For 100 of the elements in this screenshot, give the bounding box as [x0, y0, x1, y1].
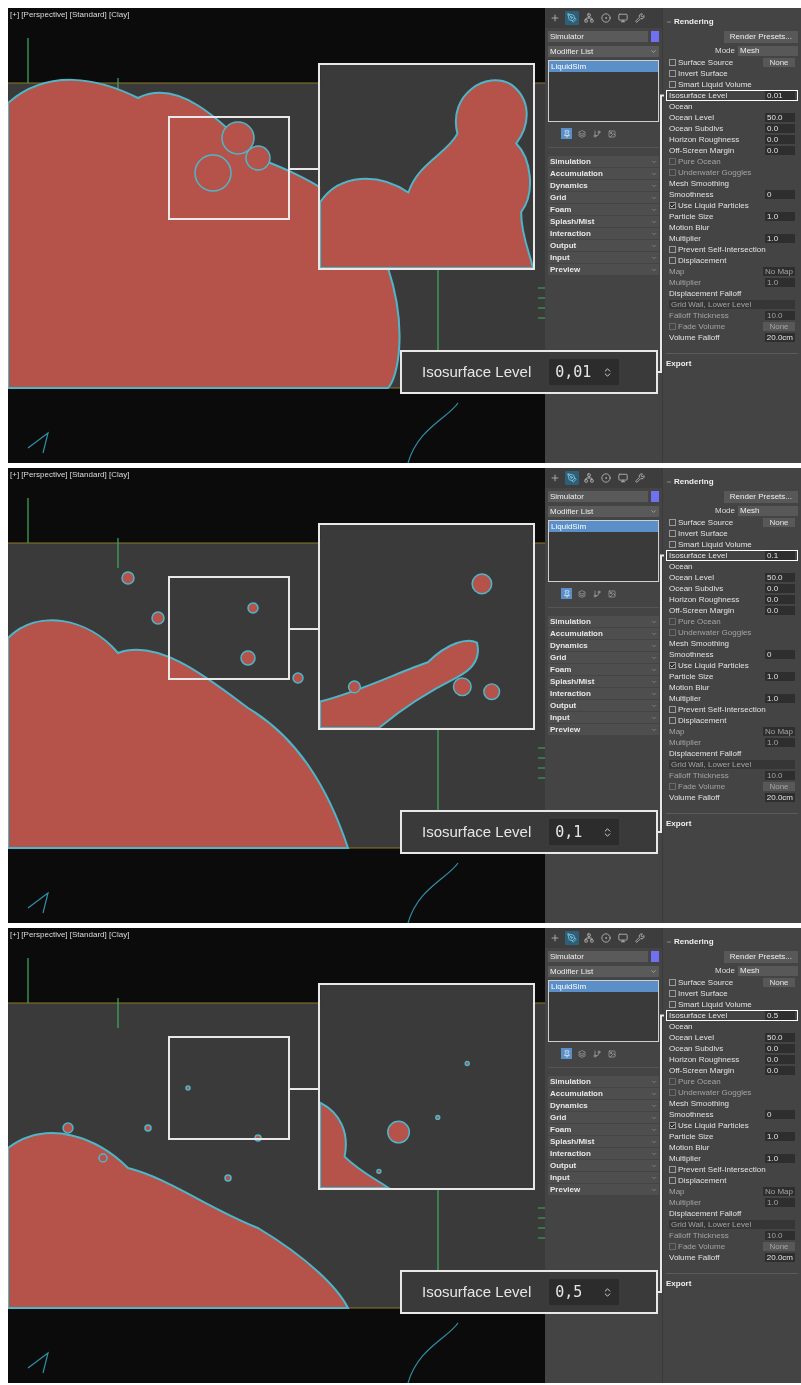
command-tab[interactable] — [582, 471, 596, 485]
rollout-header[interactable]: Dynamics — [548, 1100, 659, 1111]
stack-tool[interactable] — [561, 588, 572, 599]
spinner-field[interactable]: 0.0 — [765, 1066, 795, 1075]
spinner-field[interactable]: 1.0 — [765, 694, 795, 703]
rollout-header[interactable]: Simulation — [548, 1076, 659, 1087]
stack-tool[interactable] — [576, 1048, 587, 1059]
command-tab[interactable] — [599, 931, 613, 945]
checkbox[interactable] — [669, 70, 676, 77]
spinner-field[interactable]: 0.0 — [765, 146, 795, 155]
rollout-header[interactable]: Preview — [548, 1184, 659, 1195]
rollout-header[interactable]: Preview — [548, 724, 659, 735]
mode-dropdown[interactable]: Mesh — [738, 46, 798, 56]
checkbox[interactable] — [669, 1166, 676, 1173]
command-tab[interactable] — [616, 11, 630, 25]
viewport-label[interactable]: [+] [Perspective] [Standard] [Clay] — [10, 929, 130, 941]
command-tab[interactable] — [565, 931, 579, 945]
rollout-header[interactable]: Grid — [548, 652, 659, 663]
spinner-field[interactable]: 0.0 — [765, 595, 795, 604]
object-name-field[interactable]: Simulator — [548, 31, 648, 42]
stack-tool[interactable] — [561, 1048, 572, 1059]
object-name-field[interactable]: Simulator — [548, 491, 648, 502]
render-presets-button[interactable]: Render Presets... — [723, 491, 798, 503]
rollout-header[interactable]: Accumulation — [548, 628, 659, 639]
rollout-header[interactable]: Dynamics — [548, 180, 659, 191]
command-tab[interactable] — [599, 11, 613, 25]
object-name-field[interactable]: Simulator — [548, 951, 648, 962]
rollout-header[interactable]: Interaction — [548, 228, 659, 239]
rollout-header[interactable]: Splash/Mist — [548, 216, 659, 227]
option-button[interactable]: None — [763, 518, 795, 527]
object-color-swatch[interactable] — [651, 491, 659, 502]
rollout-header[interactable]: Grid — [548, 1112, 659, 1123]
rollout-header[interactable]: Dynamics — [548, 640, 659, 651]
spinner-field[interactable]: 0.0 — [765, 124, 795, 133]
rollout-header[interactable]: Foam — [548, 204, 659, 215]
checkbox[interactable] — [669, 979, 676, 986]
rollout-header[interactable]: Interaction — [548, 688, 659, 699]
spinner-field[interactable]: 1.0 — [765, 1132, 795, 1141]
command-tab[interactable] — [582, 931, 596, 945]
stack-tool[interactable] — [606, 1048, 617, 1059]
checkbox[interactable] — [669, 706, 676, 713]
option-button[interactable]: None — [763, 978, 795, 987]
command-tab[interactable] — [582, 11, 596, 25]
rollout-header[interactable]: Input — [548, 1172, 659, 1183]
checkbox[interactable] — [669, 1177, 676, 1184]
rollout-header[interactable]: Rendering — [666, 936, 798, 948]
render-presets-button[interactable]: Render Presets... — [723, 951, 798, 963]
rollout-header[interactable]: Foam — [548, 664, 659, 675]
checkbox[interactable] — [669, 1001, 676, 1008]
spinner-field[interactable]: 1.0 — [765, 234, 795, 243]
rollout-header[interactable]: Foam — [548, 1124, 659, 1135]
command-tab[interactable] — [565, 471, 579, 485]
command-tab[interactable] — [633, 11, 647, 25]
spinner-field[interactable]: 0.0 — [765, 606, 795, 615]
rollout-header[interactable]: Rendering — [666, 476, 798, 488]
spinner-field[interactable]: 50.0 — [765, 1033, 795, 1042]
callout-value-field[interactable]: 0,01 — [549, 359, 620, 385]
render-presets-button[interactable]: Render Presets... — [723, 31, 798, 43]
spinner-field[interactable]: 0.0 — [765, 584, 795, 593]
stack-tool[interactable] — [561, 128, 572, 139]
command-tab[interactable] — [616, 471, 630, 485]
command-tab[interactable] — [599, 471, 613, 485]
stack-tool[interactable] — [606, 128, 617, 139]
rollout-header[interactable]: Simulation — [548, 616, 659, 627]
spinner-field[interactable]: 0 — [765, 1110, 795, 1119]
checkbox[interactable] — [669, 519, 676, 526]
rollout-title[interactable]: Export — [666, 818, 798, 830]
spinner-field[interactable]: 1.0 — [765, 212, 795, 221]
checkbox[interactable] — [669, 202, 676, 209]
spinner-field[interactable]: 0.0 — [765, 1044, 795, 1053]
modifier-list-dropdown[interactable]: Modifier List — [548, 46, 659, 57]
checkbox[interactable] — [669, 1122, 676, 1129]
stack-tool[interactable] — [591, 588, 602, 599]
callout-value-field[interactable]: 0,1 — [549, 819, 620, 845]
checkbox[interactable] — [669, 530, 676, 537]
checkbox[interactable] — [669, 246, 676, 253]
object-color-swatch[interactable] — [651, 31, 659, 42]
rollout-header[interactable]: Rendering — [666, 16, 798, 28]
spinner-field[interactable]: 1.0 — [765, 672, 795, 681]
stack-tool[interactable] — [576, 588, 587, 599]
rollout-header[interactable]: Accumulation — [548, 168, 659, 179]
spinner-field[interactable]: 0.0 — [765, 1055, 795, 1064]
rollout-header[interactable]: Preview — [548, 264, 659, 275]
rollout-header[interactable]: Output — [548, 1160, 659, 1171]
command-tab[interactable] — [565, 11, 579, 25]
command-tab[interactable] — [616, 931, 630, 945]
mode-dropdown[interactable]: Mesh — [738, 966, 798, 976]
stack-tool[interactable] — [576, 128, 587, 139]
checkbox[interactable] — [669, 81, 676, 88]
rollout-header[interactable]: Splash/Mist — [548, 1136, 659, 1147]
modifier-list-dropdown[interactable]: Modifier List — [548, 966, 659, 977]
checkbox[interactable] — [669, 257, 676, 264]
spinner-field[interactable]: 50.0 — [765, 573, 795, 582]
stack-tool[interactable] — [591, 128, 602, 139]
checkbox[interactable] — [669, 990, 676, 997]
spinner-field[interactable]: 0 — [765, 190, 795, 199]
checkbox[interactable] — [669, 541, 676, 548]
command-tab[interactable] — [633, 471, 647, 485]
spinner-field[interactable]: 20.0cm — [764, 333, 795, 342]
checkbox[interactable] — [669, 662, 676, 669]
